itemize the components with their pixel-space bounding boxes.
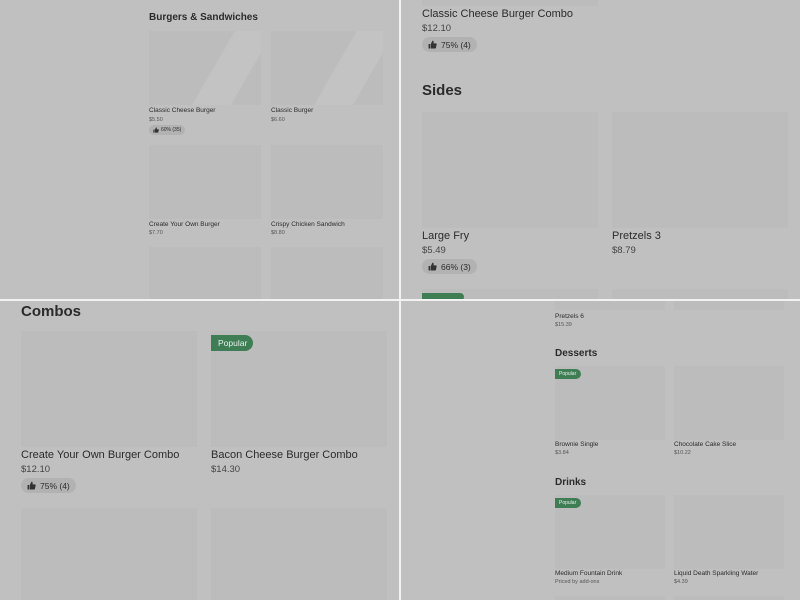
panel-sides: Classic Cheese Burger Combo $12.10 75% (… (400, 0, 800, 300)
rating-text: 75% (4) (40, 480, 70, 491)
item-price: $5.50 (149, 117, 163, 123)
item-name[interactable]: Classic Cheese Burger Combo (422, 8, 573, 20)
item-image[interactable] (674, 596, 784, 600)
item-name[interactable]: Create Your Own Burger (149, 221, 220, 228)
panel-desserts-drinks: Pretzels 6 $15.39 Desserts Popular Brown… (400, 300, 800, 600)
panel-combos: Combos Create Your Own Burger Combo $12.… (0, 300, 400, 600)
rating-badge: 66% (3) (422, 259, 477, 274)
item-image[interactable] (555, 596, 665, 600)
popular-badge: Popular (555, 498, 581, 508)
item-price: $8.79 (612, 245, 636, 256)
item-name[interactable]: Medium Fountain Drink (555, 570, 622, 577)
item-name[interactable]: Liquid Death Sparkling Water (674, 570, 758, 577)
item-image-crispy-chicken-sandwich[interactable] (271, 145, 383, 219)
thumbs-up-icon (428, 262, 437, 271)
item-price: $8.80 (271, 230, 285, 236)
item-name[interactable]: Brownie Single (555, 441, 598, 448)
quadrant-divider-horizontal (0, 299, 800, 301)
rating-text: 75% (4) (441, 39, 471, 50)
item-name[interactable]: Crispy Chicken Sandwich (271, 221, 345, 228)
item-name[interactable]: Pretzels 3 (612, 230, 661, 242)
item-price: $12.10 (422, 23, 452, 34)
item-image-create-your-own-burger[interactable] (149, 145, 261, 219)
rating-text: 60% (35) (161, 127, 182, 133)
item-price: $14.30 (211, 464, 241, 475)
item-price: Priced by add-ons (555, 579, 600, 585)
item-price: $7.70 (149, 230, 163, 236)
item-price: $6.60 (271, 117, 285, 123)
item-image-classic-burger[interactable] (271, 31, 383, 105)
panel-burgers-sandwiches: Burgers & Sandwiches Classic Cheese Burg… (0, 0, 400, 300)
item-image-create-your-own-burger-combo[interactable] (21, 331, 197, 447)
item-name[interactable]: Classic Cheese Burger (149, 107, 215, 114)
section-title-sides: Sides (422, 82, 463, 99)
item-price: $15.39 (555, 322, 572, 328)
item-image[interactable] (21, 508, 197, 600)
section-title-combos: Combos (21, 303, 81, 320)
thumbs-up-icon (153, 127, 159, 133)
section-title-drinks: Drinks (555, 477, 587, 488)
item-image-chocolate-cake-slice[interactable] (674, 366, 784, 440)
item-price: $10.22 (674, 450, 691, 456)
rating-text: 66% (3) (441, 261, 471, 272)
item-image-pretzels-6[interactable] (555, 300, 665, 310)
item-image-classic-cheese-burger[interactable] (149, 31, 261, 105)
item-price: $3.84 (555, 450, 569, 456)
item-price: $12.10 (21, 464, 51, 475)
item-price: $4.39 (674, 579, 688, 585)
thumbs-up-icon (27, 481, 36, 490)
rating-badge: 75% (4) (422, 37, 477, 52)
item-name[interactable]: Chocolate Cake Slice (674, 441, 736, 448)
popular-badge: Popular (211, 335, 253, 351)
section-title-desserts: Desserts (555, 348, 598, 359)
item-name[interactable]: Large Fry (422, 230, 469, 242)
item-name[interactable]: Bacon Cheese Burger Combo (211, 449, 358, 461)
item-image-pretzels-3[interactable] (612, 112, 788, 228)
item-name[interactable]: Pretzels 6 (555, 313, 584, 320)
popular-badge: Popular (555, 369, 581, 379)
rating-badge: 75% (4) (21, 478, 76, 493)
thumbs-up-icon (428, 40, 437, 49)
item-image-liquid-death-sparkling-water[interactable] (674, 495, 784, 569)
item-image[interactable] (211, 508, 387, 600)
item-name[interactable]: Create Your Own Burger Combo (21, 449, 179, 461)
rating-badge: 60% (35) (149, 125, 186, 135)
item-price: $5.49 (422, 245, 446, 256)
item-image[interactable] (271, 247, 383, 300)
item-image[interactable] (149, 247, 261, 300)
item-name[interactable]: Classic Burger (271, 107, 313, 114)
section-title-burgers: Burgers & Sandwiches (149, 12, 258, 23)
item-image-classic-cheese-burger-combo[interactable] (422, 0, 598, 6)
item-image[interactable] (674, 300, 784, 310)
item-image-large-fry[interactable] (422, 112, 598, 228)
